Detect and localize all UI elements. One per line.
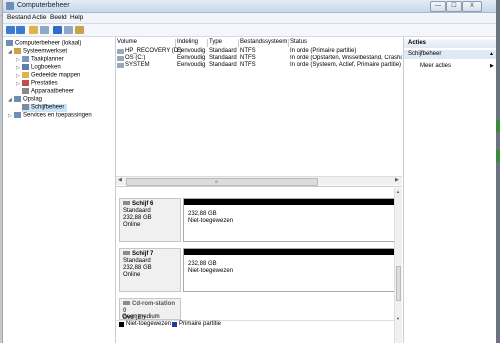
- background-accent: [496, 120, 500, 132]
- minimize-button[interactable]: —: [430, 1, 446, 12]
- forward-icon[interactable]: [16, 26, 25, 34]
- volume-list: Volume Indeling Type Bestandssysteem Sta…: [116, 37, 402, 187]
- volume-icon: [117, 56, 124, 61]
- show-tree-icon[interactable]: [40, 26, 49, 34]
- computer-icon: [6, 40, 13, 46]
- menu-bestand[interactable]: Bestand: [7, 14, 31, 21]
- legend-swatch-unallocated: [119, 322, 124, 327]
- submenu-arrow-icon: ▶: [490, 63, 494, 69]
- volume-icon: [117, 63, 124, 68]
- back-icon[interactable]: [6, 26, 15, 34]
- disk-row[interactable]: Schijf 7 Standaard 232,88 GB Online 232,…: [119, 248, 399, 292]
- volume-icon: [117, 49, 124, 54]
- close-button[interactable]: X: [462, 1, 482, 12]
- table-row[interactable]: HP_RECOVERY (D:) Eenvoudig Standaard NTF…: [116, 48, 402, 55]
- tree-services[interactable]: ▷ Services en toepassingen: [8, 112, 92, 120]
- help-icon[interactable]: [53, 26, 62, 34]
- background-window-edge: [496, 0, 500, 343]
- window-title: Computerbeheer: [17, 2, 70, 9]
- unallocated-partition[interactable]: 232,88 GB Niet-toegewezen: [183, 248, 397, 292]
- scroll-left-icon[interactable]: ◀: [118, 177, 122, 183]
- partition-bar: [184, 249, 396, 255]
- scroll-thumb[interactable]: III: [126, 178, 318, 186]
- tree-opslag[interactable]: ◢ Opslag: [8, 96, 42, 104]
- scroll-right-icon[interactable]: ▶: [395, 177, 399, 183]
- folder-icon: [22, 72, 29, 78]
- actions-header: Acties: [404, 39, 498, 48]
- services-icon: [14, 112, 21, 118]
- disk-icon: [123, 251, 130, 255]
- unallocated-partition[interactable]: 232,88 GB Niet-toegewezen: [183, 198, 397, 242]
- scroll-thumb[interactable]: [396, 266, 401, 301]
- toolbar: [3, 24, 497, 37]
- actions-pane: Acties Schijfbeheer ▲ Meer acties ▶: [403, 37, 498, 343]
- column-bestandssysteem[interactable]: Bestandssysteem: [239, 39, 289, 47]
- menu-actie[interactable]: Actie: [32, 14, 46, 21]
- background-accent: [496, 150, 500, 162]
- legend: Niet-toegewezen Primaire partitie: [116, 320, 394, 329]
- actions-section-schijfbeheer[interactable]: Schijfbeheer ▲: [404, 50, 498, 59]
- navigation-tree: Computerbeheer (lokaal) ◢ Systeemwerkset …: [3, 37, 116, 343]
- disk-icon: [22, 104, 29, 110]
- cdrom-icon: [123, 301, 130, 305]
- column-indeling[interactable]: Indeling: [176, 39, 208, 47]
- more-actions-item[interactable]: Meer acties: [420, 63, 451, 69]
- table-row[interactable]: SYSTEM Eenvoudig Standaard NTFS In orde …: [116, 62, 402, 69]
- tree-taakplanner[interactable]: ▷ Taakplanner: [16, 56, 64, 64]
- cdrom-row[interactable]: Cd-rom-station 0 Dvd (E:): [119, 298, 399, 321]
- column-volume[interactable]: Volume: [116, 39, 176, 47]
- column-status[interactable]: Status: [289, 39, 400, 47]
- device-icon: [22, 88, 29, 94]
- title-bar[interactable]: Computerbeheer — ☐ X: [3, 0, 497, 13]
- computerbeheer-window: Computerbeheer — ☐ X Bestand Actie Beeld…: [2, 0, 498, 343]
- disk-icon: [123, 201, 130, 205]
- tree-computerbeheer[interactable]: Computerbeheer (lokaal): [6, 40, 81, 48]
- tree-schijfbeheer[interactable]: Schijfbeheer: [22, 104, 68, 112]
- tree-gedeelde-mappen[interactable]: ▷ Gedeelde mappen: [16, 72, 80, 80]
- app-icon: [6, 2, 14, 10]
- tools-icon: [14, 48, 21, 54]
- tree-prestaties[interactable]: ▷ Prestaties: [16, 80, 58, 88]
- column-type[interactable]: Type: [208, 39, 239, 47]
- horizontal-scrollbar[interactable]: ◀ III ▶: [116, 176, 402, 186]
- tree-systeemwerkset[interactable]: ◢ Systeemwerkset: [8, 48, 67, 56]
- disk-row[interactable]: Schijf 6 Standaard 232,88 GB Online 232,…: [119, 198, 399, 242]
- log-icon: [22, 64, 29, 70]
- tree-logboeken[interactable]: ▷ Logboeken: [16, 64, 61, 72]
- tree-apparaatbeheer[interactable]: Apparaatbeheer: [22, 88, 74, 96]
- settings-icon[interactable]: [75, 26, 84, 34]
- scroll-up-icon[interactable]: ▲: [396, 189, 400, 194]
- table-row[interactable]: OS (C:) Eenvoudig Standaard NTFS In orde…: [116, 55, 402, 62]
- disk-label[interactable]: Schijf 7 Standaard 232,88 GB Online: [119, 248, 181, 292]
- partition-bar: [184, 199, 396, 205]
- storage-icon: [14, 96, 21, 102]
- collapse-section-icon[interactable]: ▲: [489, 50, 494, 59]
- menu-bar: Bestand Actie Beeld Help: [3, 13, 497, 24]
- up-folder-icon[interactable]: [29, 26, 38, 34]
- scroll-down-icon[interactable]: ▼: [396, 316, 400, 321]
- legend-swatch-primary: [172, 322, 177, 327]
- clock-icon: [22, 56, 29, 62]
- properties-icon[interactable]: [64, 26, 73, 34]
- chart-icon: [22, 80, 29, 86]
- vertical-scrollbar[interactable]: ▲ ▼: [394, 188, 402, 343]
- disk-label[interactable]: Schijf 6 Standaard 232,88 GB Online: [119, 198, 181, 242]
- menu-help[interactable]: Help: [70, 14, 83, 21]
- menu-beeld[interactable]: Beeld: [50, 14, 67, 21]
- maximize-button[interactable]: ☐: [446, 1, 462, 12]
